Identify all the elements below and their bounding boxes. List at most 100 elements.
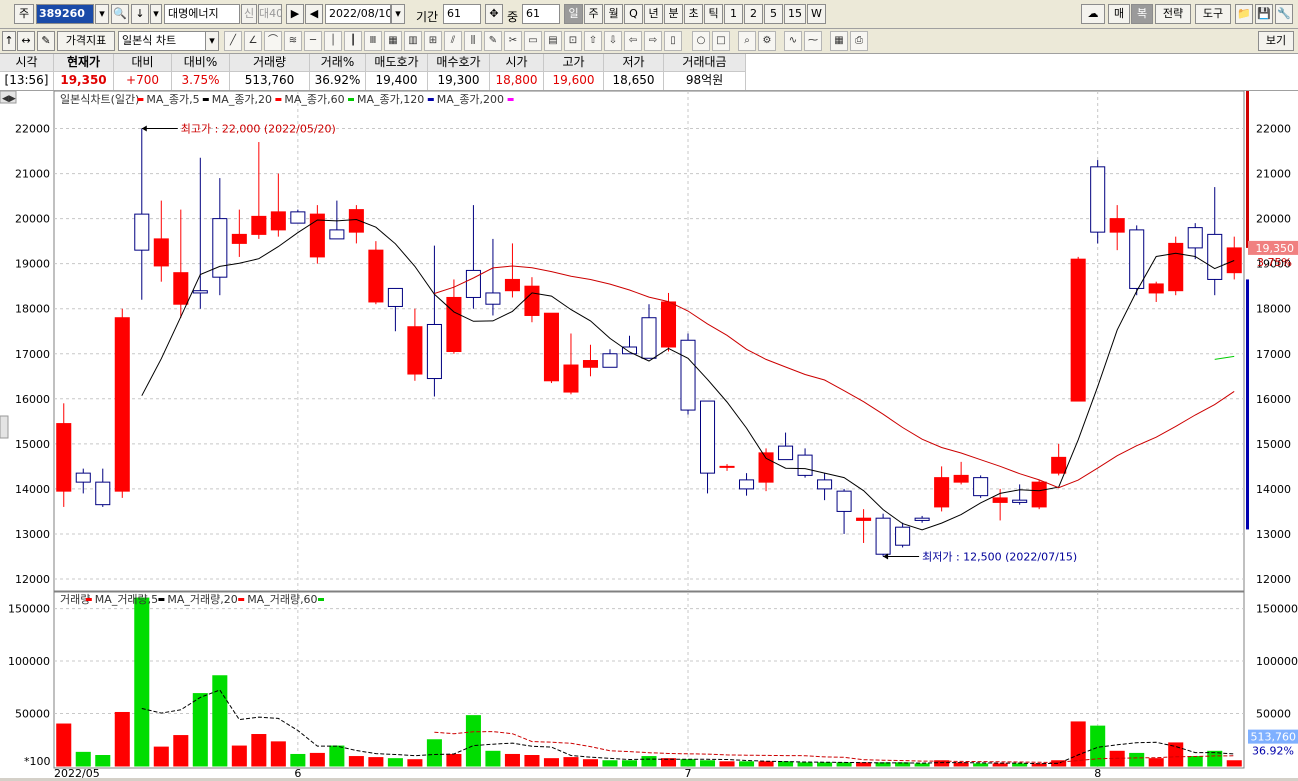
- indicator-button[interactable]: 가격지표: [57, 31, 115, 51]
- market-selector[interactable]: 주: [14, 4, 34, 24]
- price-legend-swatch: [348, 98, 354, 101]
- overlap-input[interactable]: 61: [522, 4, 560, 24]
- draw-tool-icon-13[interactable]: ✎: [484, 31, 502, 51]
- sort-icon[interactable]: ↓: [131, 4, 149, 24]
- draw-tool-icon-30[interactable]: ⎙: [850, 31, 868, 51]
- arrow-up-icon[interactable]: ↑: [2, 31, 16, 51]
- period-input[interactable]: 61: [443, 4, 481, 24]
- period-label: 기간: [416, 10, 439, 24]
- zoom-icon[interactable]: ✥: [485, 4, 503, 24]
- right-button-2[interactable]: 복: [1131, 4, 1153, 24]
- draw-tool-icon-25[interactable]: ⌕: [738, 31, 756, 51]
- volume-tick-label-left: 50000: [15, 708, 50, 721]
- right-button-1[interactable]: 매: [1108, 4, 1130, 24]
- volume-bar: [914, 763, 930, 767]
- draw-tool-icon-3[interactable]: ≋: [284, 31, 302, 51]
- draw-tool-icon-11[interactable]: ⫽: [444, 31, 462, 51]
- interval-button-1[interactable]: 주: [584, 4, 603, 24]
- draw-tool-icon-1[interactable]: ∠: [244, 31, 262, 51]
- interval-button-11[interactable]: 15: [784, 4, 806, 24]
- draw-tool-icon-6[interactable]: ┃: [344, 31, 362, 51]
- draw-tool-icon-27[interactable]: ∿: [784, 31, 802, 51]
- wrench-icon[interactable]: 🔧: [1275, 4, 1293, 24]
- interval-button-0[interactable]: 일: [564, 4, 583, 24]
- interval-button-3[interactable]: Q: [624, 4, 643, 24]
- draw-tool-icon-2[interactable]: ⌒: [264, 31, 282, 51]
- volume-bar: [778, 761, 794, 767]
- interval-button-6[interactable]: 초: [684, 4, 703, 24]
- interval-button-8[interactable]: 1: [724, 4, 743, 24]
- draw-tool-icon-18[interactable]: ⇧: [584, 31, 602, 51]
- draw-tool-icon-10[interactable]: ⊞: [424, 31, 442, 51]
- draw-tool-icon-7[interactable]: Ⅲ: [364, 31, 382, 51]
- draw-tool-icon-29[interactable]: ▦: [830, 31, 848, 51]
- candle-body: [290, 211, 306, 224]
- draw-tool-icon-19[interactable]: ⇩: [604, 31, 622, 51]
- volume-tick-label-left: 150000: [8, 603, 50, 616]
- interval-button-4[interactable]: 년: [644, 4, 663, 24]
- list-dropdown-icon[interactable]: ▾: [150, 4, 162, 24]
- draw-tool-icon-15[interactable]: ▭: [524, 31, 542, 51]
- play-forward-icon[interactable]: ▶: [286, 4, 304, 24]
- candle-body: [329, 229, 345, 240]
- draw-tool-icon-22[interactable]: ▯: [664, 31, 682, 51]
- draw-tool-icon-4[interactable]: ─: [304, 31, 322, 51]
- interval-button-2[interactable]: 월: [604, 4, 623, 24]
- draw-tool-icon-24[interactable]: □: [712, 31, 730, 51]
- play-back-icon[interactable]: ◀: [305, 4, 323, 24]
- draw-tool-icon-20[interactable]: ⇦: [624, 31, 642, 51]
- draw-tool-icon-23[interactable]: ○: [692, 31, 710, 51]
- price-tick-label-right: 20000: [1256, 213, 1291, 226]
- draw-tool-icon-14[interactable]: ✂: [504, 31, 522, 51]
- draw-tool-icon-0[interactable]: ╱: [224, 31, 242, 51]
- candle-body: [348, 209, 364, 233]
- cloud-icon[interactable]: ☁: [1081, 4, 1105, 24]
- volume-bar: [270, 741, 286, 767]
- draw-tool-icon-28[interactable]: ⁓: [804, 31, 822, 51]
- volume-bar: [524, 755, 540, 767]
- tools-button[interactable]: 도구: [1195, 4, 1231, 24]
- interval-button-10[interactable]: 5: [764, 4, 783, 24]
- interval-button-7[interactable]: 틱: [704, 4, 723, 24]
- price-legend-title: 일본식차트(일간): [60, 92, 139, 106]
- price-tick-label-left: 12000: [15, 573, 50, 586]
- view-button[interactable]: 보기: [1258, 31, 1294, 51]
- volume-bar: [290, 753, 306, 767]
- date-input[interactable]: 2022/08/10: [325, 4, 391, 24]
- candle-body: [56, 423, 72, 492]
- candle-body: [114, 317, 130, 492]
- volume-bar: [56, 723, 72, 767]
- chart-type-dropdown-icon[interactable]: ▾: [205, 31, 219, 51]
- stock-code-input[interactable]: 389260: [36, 4, 94, 24]
- save-icon[interactable]: 💾: [1255, 4, 1273, 24]
- expand-horizontal-icon[interactable]: ↔: [17, 31, 35, 51]
- code-dropdown-icon[interactable]: ▾: [95, 4, 109, 24]
- interval-button-12[interactable]: W: [807, 4, 826, 24]
- draw-tool-icon-21[interactable]: ⇨: [644, 31, 662, 51]
- draw-tool-icon-16[interactable]: ▤: [544, 31, 562, 51]
- interval-button-5[interactable]: 분: [664, 4, 683, 24]
- volume-bar: [621, 760, 638, 767]
- annotation-label: 최고가 : 22,000 (2022/05/20): [181, 123, 336, 136]
- volume-tick-label-right: 150000: [1256, 603, 1298, 616]
- calendar-dropdown-icon[interactable]: ▾: [391, 4, 405, 24]
- volume-unit-label: *100: [24, 755, 51, 768]
- edit-icon[interactable]: ✎: [37, 31, 55, 51]
- search-icon[interactable]: 🔍: [111, 4, 129, 24]
- volume-bar: [953, 762, 969, 767]
- draw-tool-icon-26[interactable]: ⚙: [758, 31, 776, 51]
- draw-tool-icon-17[interactable]: ⊡: [564, 31, 582, 51]
- quote-value-5: 36.92%: [310, 72, 366, 90]
- interval-button-9[interactable]: 2: [744, 4, 763, 24]
- draw-tool-icon-5[interactable]: │: [324, 31, 342, 51]
- draw-tool-icon-8[interactable]: ▦: [384, 31, 402, 51]
- volume-bar: [1148, 758, 1164, 767]
- draw-tool-icon-9[interactable]: ▥: [404, 31, 422, 51]
- strategy-button[interactable]: 전략: [1155, 4, 1191, 24]
- folder-icon[interactable]: 📁: [1235, 4, 1253, 24]
- draw-tool-icon-12[interactable]: ⫼: [464, 31, 482, 51]
- price-tick-label-left: 22000: [15, 123, 50, 136]
- chart-type-select[interactable]: 일본식 차트: [118, 31, 206, 51]
- price-tick-label-right: 12000: [1256, 573, 1291, 586]
- drawing-toolbar: ↑ ↔ ✎ 가격지표 일본식 차트 ▾ ╱ ∠ ⌒ ≋ ─ │ ┃ Ⅲ ▦ ▥ ⊞ ⫽ ⫼ ✎ ✂ ▭ ▤ ⊡ ⇧ ⇩…: [0, 29, 1298, 54]
